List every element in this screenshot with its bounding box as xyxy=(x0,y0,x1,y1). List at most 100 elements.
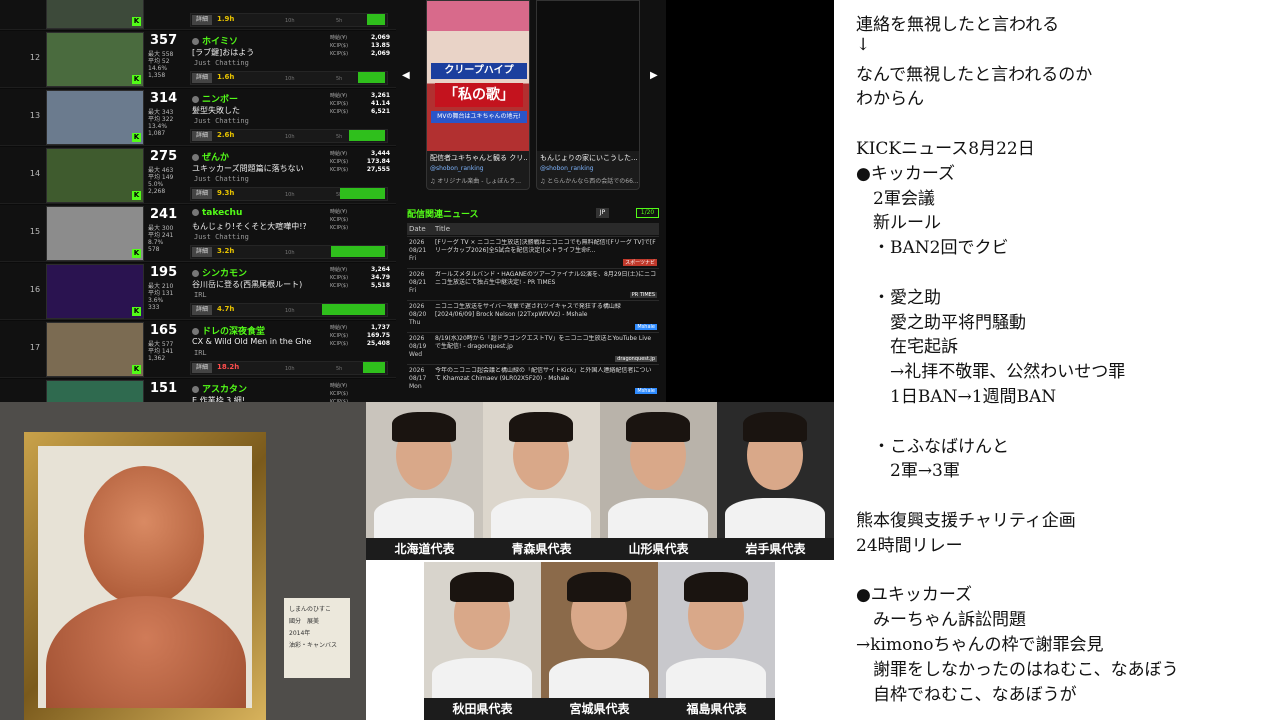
clips-next-arrow-icon[interactable]: ▶ xyxy=(650,70,658,81)
news-item[interactable]: 2026 08/21 Fri ガールズメタルバンド・HAGANEのツアーファイナル… xyxy=(407,268,659,300)
news-title[interactable]: ニコニコ生放送をサイバー攻撃で遅されツイキャスで発狂する構山緑 [2024/06… xyxy=(435,303,657,327)
clip-channel-2[interactable]: @shobon_ranking xyxy=(540,165,594,172)
viewer-stats: 最大 577 平均 141 1,362 xyxy=(148,341,184,362)
note-line: 熊本復興支援チャリティ企画 xyxy=(856,511,1076,531)
note-line: ●ユキッカーズ xyxy=(856,585,972,606)
viewer-count: 357 xyxy=(150,33,178,48)
stream-category: Just Chatting xyxy=(194,233,249,241)
plaque-year: 2014年 xyxy=(289,630,311,637)
stream-thumbnail[interactable]: K xyxy=(46,148,144,203)
stream-category: IRL xyxy=(194,349,207,357)
viewer-count: 195 xyxy=(150,265,178,280)
note-line: 1日BAN→1週間BAN xyxy=(856,387,1057,407)
streamer-name[interactable]: ホイミソ xyxy=(192,34,238,47)
hair-shape xyxy=(684,572,748,602)
news-lang-button[interactable]: JP xyxy=(596,208,609,218)
ranking-row[interactable]: 13 K 314 最大 343 平均 322 13.4% 1,087 ニンボー 髪型失敗した Ju… xyxy=(0,89,396,146)
painting-canvas xyxy=(38,446,252,708)
kick-logo-icon: K xyxy=(132,75,141,84)
stat-label: KCIP($) xyxy=(330,275,349,281)
stream-thumbnail[interactable]: K xyxy=(46,0,144,29)
viewer-stat: 3.6% xyxy=(148,297,164,304)
details-button[interactable]: 詳細 xyxy=(192,305,212,315)
ranking-row[interactable]: 18K151アスカタンE 作業枠 3 細!時給(¥)KCIP($)KCIP($)… xyxy=(0,379,396,402)
prefecture-label: 青森県代表 xyxy=(483,538,600,560)
viewer-count: 314 xyxy=(150,91,178,106)
viewer-stat: 最大 558 xyxy=(148,51,174,58)
details-button[interactable]: 詳細 xyxy=(192,131,212,141)
axis-label: 5h xyxy=(336,134,343,140)
viewer-stat: 平均 141 xyxy=(148,348,174,355)
clip-card-2[interactable]: もんじょりの家にいこうした... @shobon_ranking ♫ とらんかん… xyxy=(536,0,640,190)
viewer-stat: 平均 149 xyxy=(148,174,174,181)
stat-label: KCIP($) xyxy=(330,217,349,223)
viewer-stat: 平均 52 xyxy=(148,58,170,65)
stream-thumbnail[interactable]: K xyxy=(46,322,144,377)
hair-shape xyxy=(567,572,631,602)
note-line: 2軍会議 xyxy=(856,188,935,209)
kick-logo-icon: K xyxy=(132,365,141,374)
stat-value: 27,555 xyxy=(366,166,390,173)
news-item[interactable]: 2026 08/20 Thu ニコニコ生放送をサイバー攻撃で遅されツイキャスで発狂… xyxy=(407,300,659,332)
news-item[interactable]: 2026 08/19 Wed 8/19(水)20時から「超ドラゴンクエストTV」を… xyxy=(407,332,659,364)
viewer-count: 165 xyxy=(150,323,178,338)
stat-value: 3,444 xyxy=(371,150,390,157)
clip-caption-2: もんじょりの家にいこうした... xyxy=(540,154,638,162)
hair-shape xyxy=(450,572,514,602)
ranking-row[interactable]: 12 K 357 最大 558 平均 52 14.6% 1,358 ホイミソ [ラブ鍵]おはよう… xyxy=(0,31,396,88)
note-line: →礼拝不敬罪、公然わいせつ罪 xyxy=(856,362,1126,383)
viewer-stat: 5.0% xyxy=(148,181,164,188)
details-button[interactable]: 詳細 xyxy=(192,73,212,83)
details-button[interactable]: 詳細 xyxy=(192,189,212,199)
news-title[interactable]: 今年のニコニコ超会議と構山緑の「配信サイトKick」と外国人連絡配信者について … xyxy=(435,367,657,391)
viewer-sparkline xyxy=(331,246,385,257)
streamer-name[interactable]: ニンボー xyxy=(192,92,238,105)
clip-card-1[interactable]: クリープハイプ 「私の歌」 MVの舞台はユキちゃんの地元! 配信者ユキちゃんと観… xyxy=(426,0,530,190)
stat-value: 1,737 xyxy=(371,324,390,331)
streamer-name[interactable]: シンカモン xyxy=(192,266,247,279)
shirt-shape xyxy=(725,498,825,538)
representative-photo: 秋田県代表 xyxy=(424,562,541,720)
stream-thumbnail[interactable]: K xyxy=(46,264,144,319)
uptime-hours: 2.6h xyxy=(217,131,235,139)
rank-number: 14 xyxy=(29,169,41,178)
ranking-row[interactable]: 15 K 241 最大 300 平均 241 8.7% 578 takechu もんじょり!そく… xyxy=(0,205,396,262)
streamer-name[interactable]: アスカタン xyxy=(192,382,247,395)
details-button[interactable]: 詳細 xyxy=(192,247,212,257)
viewer-stats: 最大 343 平均 322 13.4% 1,087 xyxy=(148,109,184,137)
stat-value: 5,518 xyxy=(371,282,390,289)
news-source-badge: dragonquest.jp xyxy=(615,356,657,362)
clip-channel-1[interactable]: @shobon_ranking xyxy=(430,165,484,172)
stream-thumbnail[interactable]: K xyxy=(46,206,144,261)
news-item[interactable]: 2026 08/21 Fri [Fリーグ TV × ニコニコ生放送]決勝戦はニコニ… xyxy=(407,236,659,268)
details-button[interactable]: 詳細 xyxy=(192,363,212,373)
stat-label: 時給(¥) xyxy=(330,151,348,157)
stream-title: 髪型失敗した xyxy=(192,106,240,115)
stream-thumbnail[interactable]: K xyxy=(46,90,144,145)
ranking-row[interactable]: K4.6%時給(¥)256KCIP($)KCIP($)3,980詳細1.9h10… xyxy=(0,0,396,30)
note-line: ・こふなばけんと xyxy=(856,436,1009,457)
news-date: 2026 08/21 Fri xyxy=(409,239,427,262)
details-button[interactable]: 詳細 xyxy=(192,15,212,25)
news-title[interactable]: ガールズメタルバンド・HAGANEのツアーファイナル公演を、8月29日(土)にニ… xyxy=(435,271,657,295)
stream-thumbnail[interactable]: K xyxy=(46,380,144,402)
stream-title: 谷川岳に登る(西黒尾根ルート) xyxy=(192,280,303,289)
ranking-row[interactable]: 17 K 165 最大 577 平均 141 1,362 ドレの深夜食堂 CX & Wild … xyxy=(0,321,396,378)
gold-frame xyxy=(24,432,266,720)
news-source-badge: スポーツナビ xyxy=(623,259,657,266)
note-line: 在宅起訴 xyxy=(856,337,958,358)
streamer-name[interactable]: ぜんか xyxy=(192,150,229,163)
clips-prev-arrow-icon[interactable]: ◀ xyxy=(402,70,410,81)
uptime-graph: 詳細 1.9h 10h 5h xyxy=(190,13,388,27)
streamer-name[interactable]: takechu xyxy=(192,208,242,218)
note-line: →kimonoちゃんの枠で謝罪会見 xyxy=(856,635,1104,655)
ranking-row[interactable]: 16 K 195 最大 210 平均 131 3.6% 333 シンカモン 谷川岳に登る(西黒尾… xyxy=(0,263,396,320)
streamer-name[interactable]: ドレの深夜食堂 xyxy=(192,324,265,337)
news-item[interactable]: 2026 08/17 Mon 今年のニコニコ超会議と構山緑の「配信サイトKick」… xyxy=(407,364,659,396)
stat-label: 時給(¥) xyxy=(330,267,348,273)
clip-sound-2: ♫ とらんかんなら西の会話での66... xyxy=(540,178,638,185)
ranking-row[interactable]: 14 K 275 最大 463 平均 149 5.0% 2,268 ぜんか ユキッカーズ問題篇に… xyxy=(0,147,396,204)
viewer-sparkline xyxy=(340,188,385,199)
kick-logo-icon: K xyxy=(132,249,141,258)
stream-thumbnail[interactable]: K xyxy=(46,32,144,87)
